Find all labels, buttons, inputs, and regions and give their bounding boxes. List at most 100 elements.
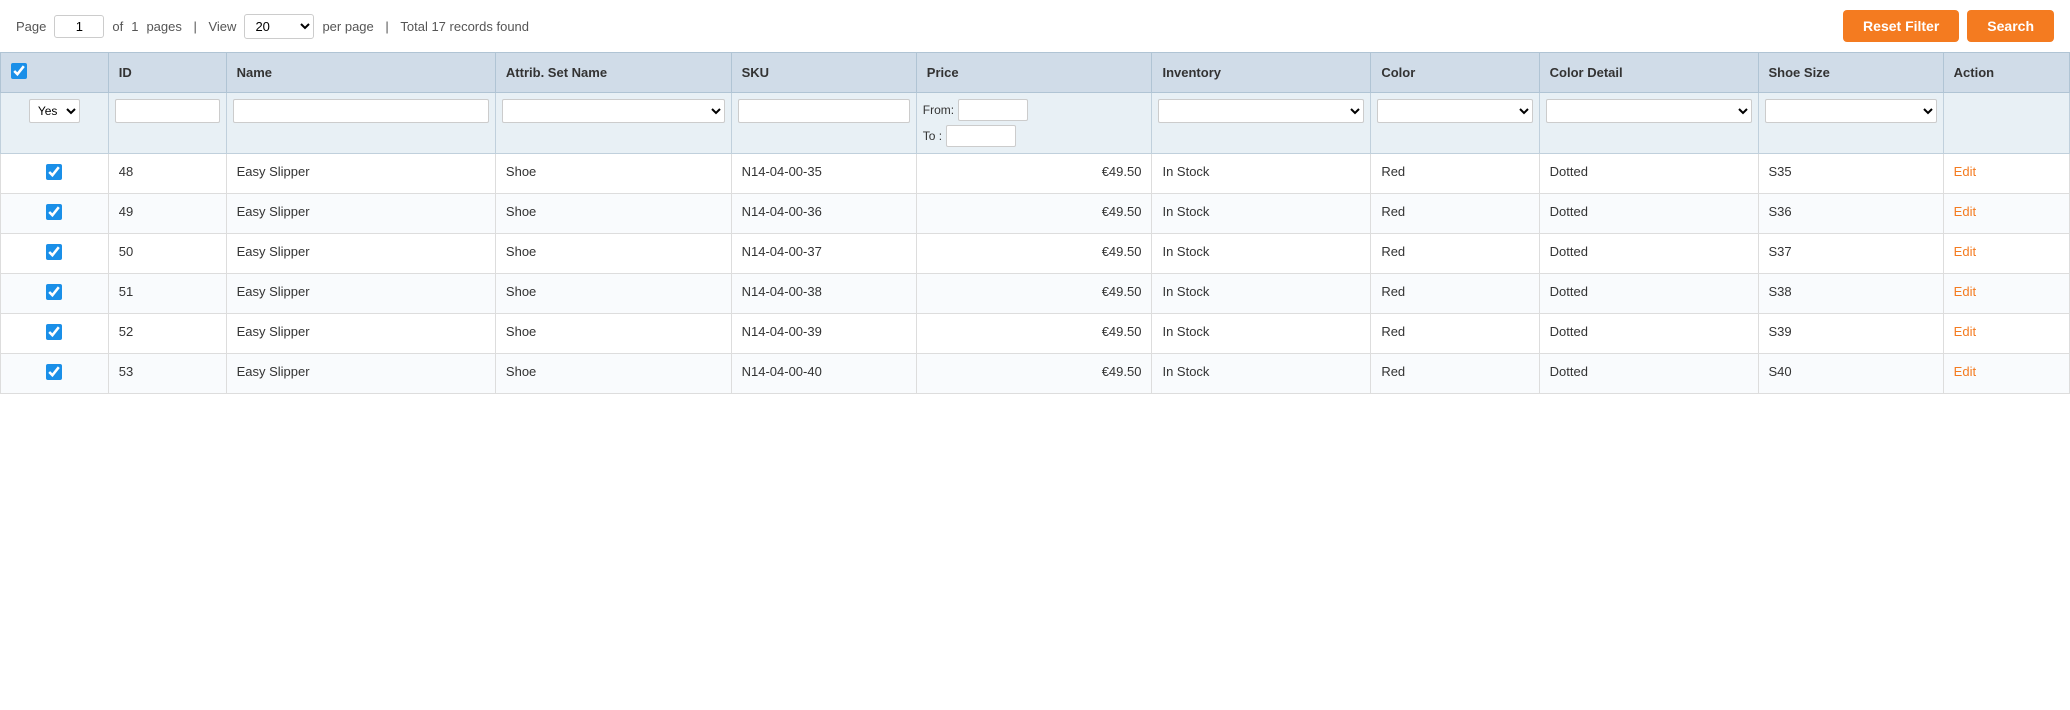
filter-inventory-select[interactable]: In Stock Out of Stock: [1158, 99, 1364, 123]
filter-sku-input[interactable]: [738, 99, 910, 123]
row-checkbox-cell: [1, 194, 109, 234]
edit-link[interactable]: Edit: [1954, 164, 1976, 179]
row-checkbox-cell: [1, 354, 109, 394]
active-filter-select[interactable]: Yes No Any: [29, 99, 80, 123]
filter-name-cell: [226, 93, 495, 154]
page-total: 1: [131, 19, 138, 34]
row-name: Easy Slipper: [226, 194, 495, 234]
row-attrib: Shoe: [495, 234, 731, 274]
row-price: €49.50: [916, 274, 1152, 314]
price-from-row: From:: [923, 99, 1146, 121]
filter-row: Yes No Any Fr: [1, 93, 2070, 154]
row-action-cell: Edit: [1943, 154, 2069, 194]
reset-filter-button[interactable]: Reset Filter: [1843, 10, 1959, 42]
row-shoesize: S37: [1758, 234, 1943, 274]
filter-inventory-cell: In Stock Out of Stock: [1152, 93, 1371, 154]
filter-shoesize-select[interactable]: S35 S36 S37 S38 S39 S40: [1765, 99, 1937, 123]
row-shoesize: S39: [1758, 314, 1943, 354]
to-label: To :: [923, 129, 942, 143]
header-colordetail: Color Detail: [1539, 53, 1758, 93]
row-name: Easy Slipper: [226, 354, 495, 394]
row-inventory: In Stock: [1152, 194, 1371, 234]
row-price: €49.50: [916, 234, 1152, 274]
row-color: Red: [1371, 354, 1539, 394]
row-sku: N14-04-00-39: [731, 314, 916, 354]
table-row: 50Easy SlipperShoeN14-04-00-37€49.50In S…: [1, 234, 2070, 274]
filter-id-input[interactable]: [115, 99, 220, 123]
row-colordetail: Dotted: [1539, 154, 1758, 194]
row-checkbox[interactable]: [46, 244, 62, 260]
edit-link[interactable]: Edit: [1954, 204, 1976, 219]
row-price: €49.50: [916, 354, 1152, 394]
row-attrib: Shoe: [495, 194, 731, 234]
row-price: €49.50: [916, 314, 1152, 354]
row-action-cell: Edit: [1943, 314, 2069, 354]
row-color: Red: [1371, 194, 1539, 234]
header-shoesize: Shoe Size: [1758, 53, 1943, 93]
price-to-input[interactable]: [946, 125, 1016, 147]
table-header-row: ID Name Attrib. Set Name SKU Price Inven…: [1, 53, 2070, 93]
edit-link[interactable]: Edit: [1954, 324, 1976, 339]
per-page-label: per page: [322, 19, 373, 34]
table-row: 51Easy SlipperShoeN14-04-00-38€49.50In S…: [1, 274, 2070, 314]
filter-sku-cell: [731, 93, 916, 154]
filter-attrib-select[interactable]: [502, 99, 725, 123]
pages-label: pages: [146, 19, 181, 34]
price-to-row: To :: [923, 125, 1146, 147]
price-from-input[interactable]: [958, 99, 1028, 121]
row-inventory: In Stock: [1152, 354, 1371, 394]
total-records: Total 17 records found: [400, 19, 529, 34]
row-action-cell: Edit: [1943, 234, 2069, 274]
row-id: 48: [108, 154, 226, 194]
row-id: 50: [108, 234, 226, 274]
row-inventory: In Stock: [1152, 314, 1371, 354]
filter-checkbox-cell: Yes No Any: [1, 93, 109, 154]
table-row: 52Easy SlipperShoeN14-04-00-39€49.50In S…: [1, 314, 2070, 354]
products-table: ID Name Attrib. Set Name SKU Price Inven…: [0, 52, 2070, 394]
row-checkbox[interactable]: [46, 204, 62, 220]
page-input[interactable]: [54, 15, 104, 38]
filter-color-select[interactable]: Red Blue Green: [1377, 99, 1532, 123]
row-inventory: In Stock: [1152, 234, 1371, 274]
row-action-cell: Edit: [1943, 354, 2069, 394]
select-all-checkbox[interactable]: [11, 63, 27, 79]
filter-name-input[interactable]: [233, 99, 489, 123]
action-buttons: Reset Filter Search: [1843, 10, 2054, 42]
header-color: Color: [1371, 53, 1539, 93]
row-sku: N14-04-00-35: [731, 154, 916, 194]
row-checkbox-cell: [1, 154, 109, 194]
filter-colordetail-select[interactable]: Dotted Solid: [1546, 99, 1752, 123]
row-id: 51: [108, 274, 226, 314]
row-shoesize: S35: [1758, 154, 1943, 194]
search-button[interactable]: Search: [1967, 10, 2054, 42]
view-label: View: [208, 19, 236, 34]
row-checkbox[interactable]: [46, 284, 62, 300]
edit-link[interactable]: Edit: [1954, 284, 1976, 299]
row-color: Red: [1371, 274, 1539, 314]
header-id: ID: [108, 53, 226, 93]
row-name: Easy Slipper: [226, 154, 495, 194]
table-row: 48Easy SlipperShoeN14-04-00-35€49.50In S…: [1, 154, 2070, 194]
row-attrib: Shoe: [495, 314, 731, 354]
row-checkbox[interactable]: [46, 324, 62, 340]
edit-link[interactable]: Edit: [1954, 364, 1976, 379]
pagination-info: Page of 1 pages | View 20 50 100 per pag…: [16, 14, 529, 39]
filter-id-cell: [108, 93, 226, 154]
row-action-cell: Edit: [1943, 274, 2069, 314]
row-sku: N14-04-00-38: [731, 274, 916, 314]
separator2: |: [382, 19, 393, 34]
edit-link[interactable]: Edit: [1954, 244, 1976, 259]
header-attrib: Attrib. Set Name: [495, 53, 731, 93]
row-colordetail: Dotted: [1539, 194, 1758, 234]
row-inventory: In Stock: [1152, 274, 1371, 314]
view-select[interactable]: 20 50 100: [244, 14, 314, 39]
row-checkbox[interactable]: [46, 164, 62, 180]
filter-action-cell: [1943, 93, 2069, 154]
row-name: Easy Slipper: [226, 274, 495, 314]
row-sku: N14-04-00-37: [731, 234, 916, 274]
row-name: Easy Slipper: [226, 314, 495, 354]
header-checkbox-cell: [1, 53, 109, 93]
row-checkbox[interactable]: [46, 364, 62, 380]
table-row: 53Easy SlipperShoeN14-04-00-40€49.50In S…: [1, 354, 2070, 394]
top-bar: Page of 1 pages | View 20 50 100 per pag…: [0, 0, 2070, 52]
